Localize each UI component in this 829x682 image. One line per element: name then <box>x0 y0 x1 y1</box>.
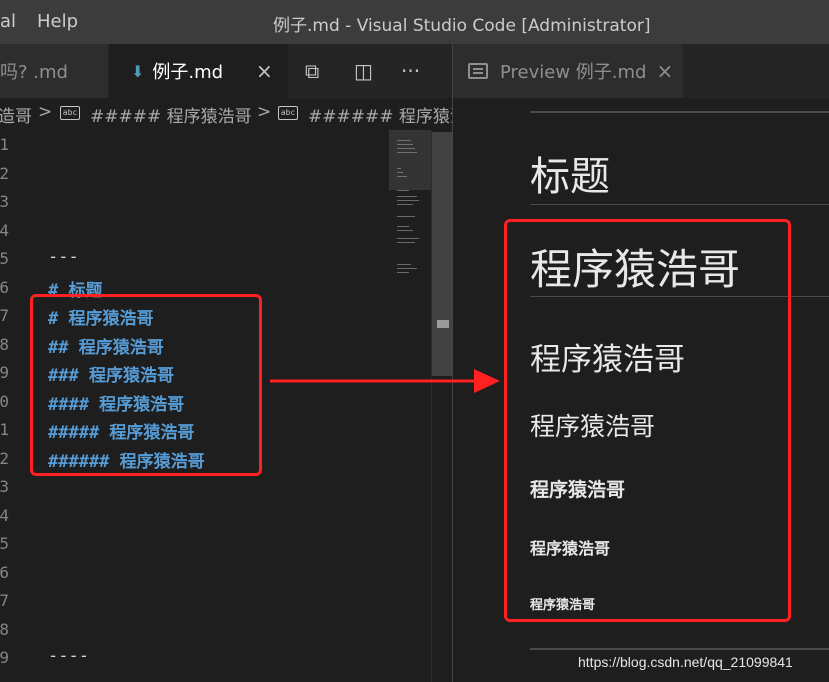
line-number: 6 <box>0 278 9 297</box>
more-actions-icon[interactable]: ··· <box>401 59 420 83</box>
line-number: 9 <box>0 648 9 667</box>
markdown-file-icon: ⬇ <box>131 61 145 81</box>
preview-tab-bar: Preview 例子.md × <box>453 44 829 98</box>
title-bar: al Help 例子.md - Visual Studio Code [Admi… <box>0 0 829 44</box>
chevron-right-icon: > <box>38 102 53 122</box>
breadcrumb-item[interactable]: 造哥 <box>0 102 32 127</box>
editor-tab-bar: 吗? .md ⬇ 例子.md × ⧉ ◫ ··· <box>0 44 453 98</box>
code-line: --- <box>48 247 79 267</box>
line-number: 8 <box>0 620 9 639</box>
tab-example-md[interactable]: ⬇ 例子.md × <box>109 44 288 98</box>
preview-heading-title: 标题 <box>530 154 610 200</box>
line-number: 3 <box>0 477 9 496</box>
tab-label: 例子.md <box>152 62 224 83</box>
close-icon[interactable]: × <box>256 59 273 83</box>
menu-item-terminal[interactable]: al <box>0 11 16 32</box>
line-number: 1 <box>0 135 9 154</box>
scrollbar-thumb[interactable] <box>432 132 452 376</box>
heading-underline <box>530 204 829 205</box>
close-icon[interactable]: × <box>656 59 673 83</box>
tab-label: 吗? .md <box>0 62 68 83</box>
line-number: 9 <box>0 363 9 382</box>
line-number: 7 <box>0 591 9 610</box>
menu-item-help[interactable]: Help <box>37 11 78 32</box>
split-editor-icon[interactable]: ◫ <box>354 59 373 83</box>
line-number: 2 <box>0 164 9 183</box>
line-number: 2 <box>0 449 9 468</box>
abc-icon: abc <box>60 106 80 120</box>
horizontal-rule <box>530 648 829 650</box>
tab-other-md[interactable]: 吗? .md <box>0 44 108 98</box>
breadcrumb-item[interactable]: ##### 程序猿浩哥 <box>90 102 252 127</box>
scrollbar-marker <box>437 320 449 328</box>
annotation-arrow-icon <box>270 369 500 393</box>
line-number: 1 <box>0 420 9 439</box>
line-number: 4 <box>0 506 9 525</box>
line-number: 5 <box>0 249 9 268</box>
line-number: 8 <box>0 335 9 354</box>
minimap-slider[interactable] <box>389 130 431 190</box>
line-number: 3 <box>0 192 9 211</box>
line-number: 6 <box>0 563 9 582</box>
line-number: 4 <box>0 221 9 240</box>
horizontal-rule <box>530 111 829 113</box>
annotation-box-source <box>30 294 262 476</box>
tab-label: Preview 例子.md <box>500 62 647 83</box>
annotation-box-preview <box>504 219 791 622</box>
minimap[interactable] <box>389 130 431 682</box>
breadcrumb-item[interactable]: ###### 程序猿浩 <box>308 102 453 127</box>
tab-preview-example-md[interactable]: Preview 例子.md × <box>453 44 683 98</box>
chevron-right-icon: > <box>257 102 272 122</box>
breadcrumb: 造哥 > abc ##### 程序猿浩哥 > abc ###### 程序猿浩 <box>0 98 453 130</box>
watermark: https://blog.csdn.net/qq_21099841 <box>578 654 793 670</box>
code-line: ---- <box>48 646 89 666</box>
line-number: 5 <box>0 534 9 553</box>
split-preview-icon[interactable]: ⧉ <box>305 59 319 83</box>
line-number: 0 <box>0 392 9 411</box>
preview-icon <box>468 63 488 79</box>
abc-icon: abc <box>278 106 298 120</box>
window-title: 例子.md - Visual Studio Code [Administrato… <box>273 16 651 36</box>
line-number: 7 <box>0 306 9 325</box>
